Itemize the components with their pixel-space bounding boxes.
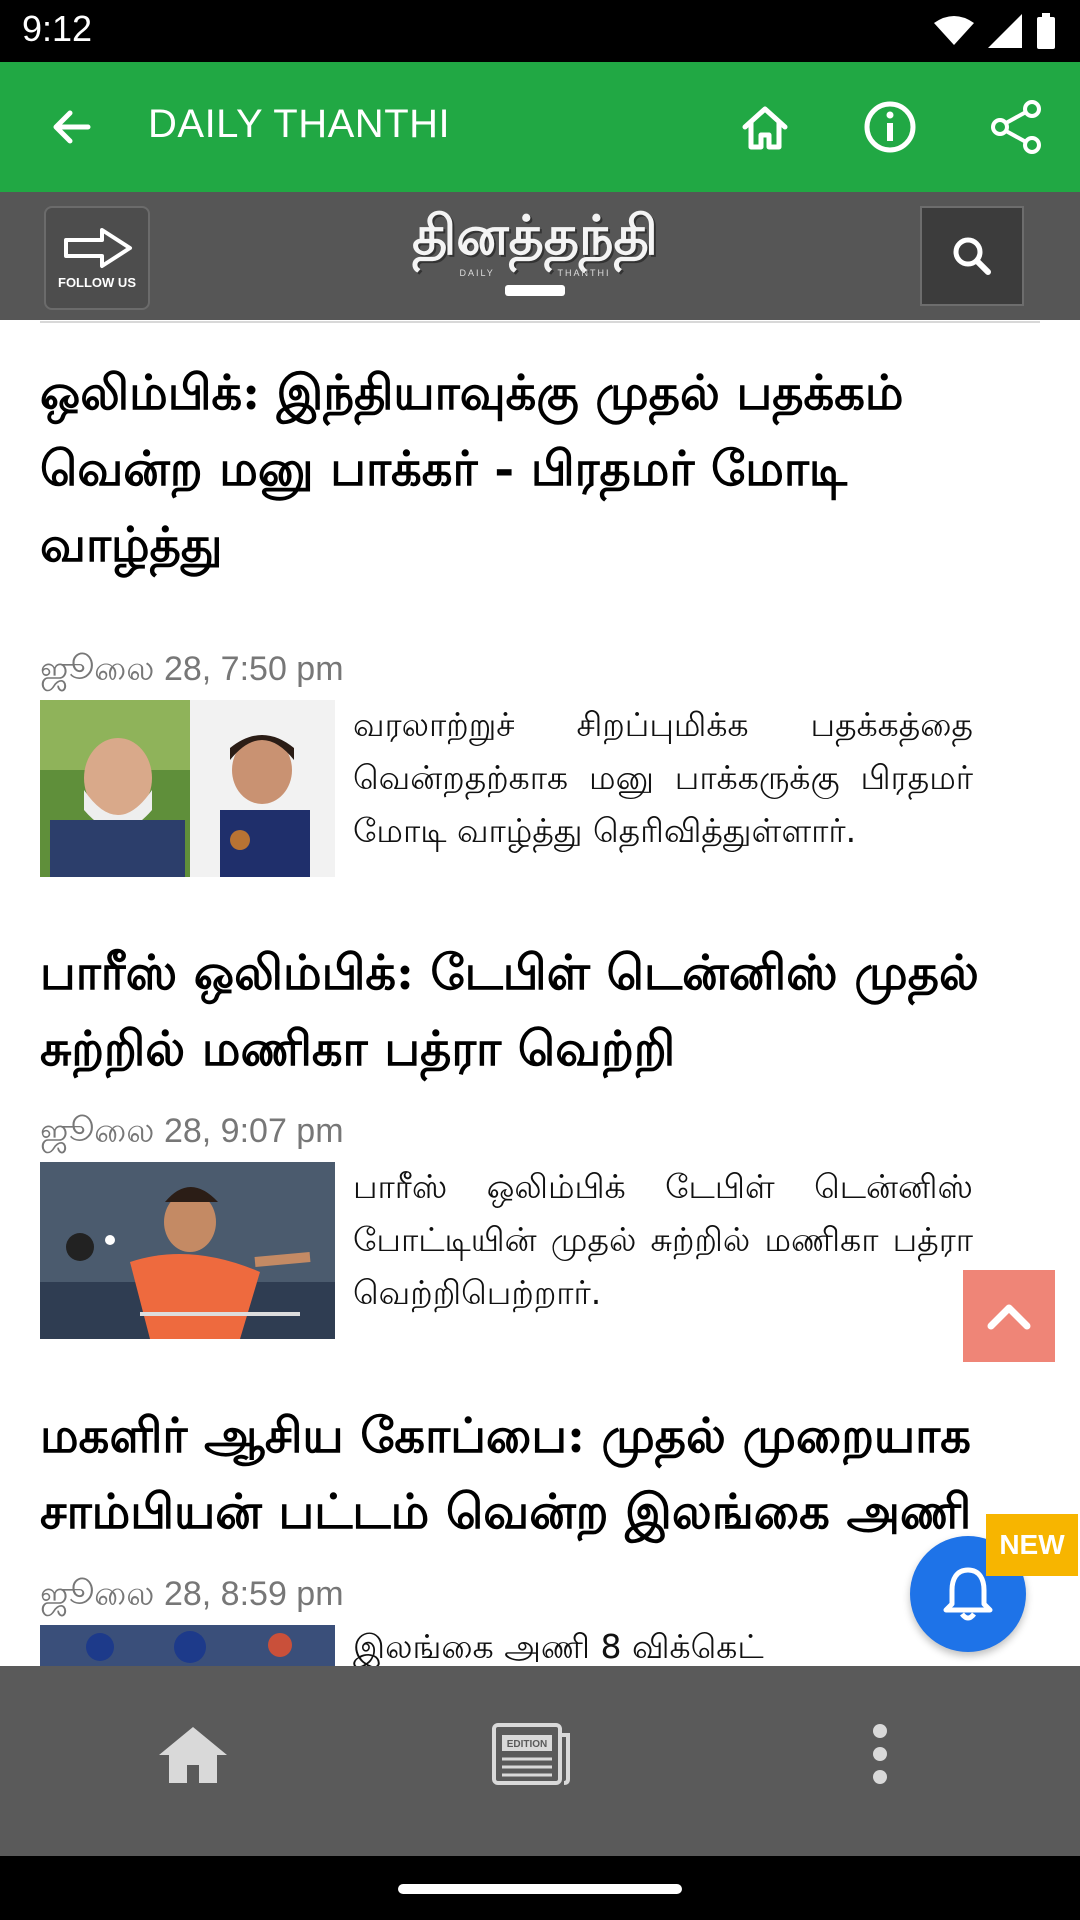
article-thumbnail[interactable] <box>40 700 335 877</box>
article-date: ஜூலை 28, 9:07 pm <box>40 1112 344 1150</box>
logo-text: தினத்தந்தி <box>412 203 658 267</box>
share-icon[interactable] <box>984 95 1048 159</box>
article-title[interactable]: பாரீஸ் ஒலிம்பிக்: டேபிள் டென்னிஸ் முதல் … <box>40 935 1040 1087</box>
nav-edition-button[interactable]: EDITION <box>482 1704 582 1804</box>
follow-us-button[interactable]: FOLLOW US <box>44 206 150 310</box>
back-arrow-icon[interactable] <box>40 95 104 159</box>
article-title[interactable]: மகளிர் ஆசிய கோப்பை: முதல் முறையாக சாம்பி… <box>40 1398 1040 1550</box>
search-icon <box>953 237 991 275</box>
gesture-handle[interactable] <box>398 1884 682 1894</box>
app-bar: DAILY THANTHI <box>0 62 1080 192</box>
article-date: ஜூலை 28, 7:50 pm <box>40 650 344 688</box>
follow-us-label: FOLLOW US <box>58 275 136 290</box>
status-icons <box>934 12 1056 50</box>
scroll-to-top-button[interactable] <box>963 1270 1055 1362</box>
wifi-icon <box>934 16 974 45</box>
battery-icon <box>1037 13 1055 49</box>
status-time: 9:12 <box>22 8 93 49</box>
bottom-nav: EDITION <box>0 1666 1080 1856</box>
logo-sub-left: DAILY <box>459 268 495 278</box>
logo-bar: FOLLOW US தினத்தந்தி DAILY THANTHI <box>0 192 1080 320</box>
app-title: DAILY THANTHI <box>148 102 451 146</box>
divider <box>40 321 1040 323</box>
new-badge: NEW <box>986 1514 1078 1576</box>
article-summary: பாரீஸ் ஒலிம்பிக் டேபிள் டென்னிஸ் போட்டிய… <box>353 1167 973 1312</box>
daily-thanthi-logo: தினத்தந்தி DAILY THANTHI <box>360 202 710 310</box>
home-icon[interactable] <box>733 95 797 159</box>
newspaper-icon: EDITION <box>492 1723 570 1785</box>
arrow-right-icon <box>64 228 132 268</box>
nav-more-button[interactable] <box>830 1704 930 1804</box>
nav-home-button[interactable] <box>143 1704 243 1804</box>
logo-tagline <box>505 285 565 296</box>
more-vertical-icon <box>873 1724 887 1784</box>
article-summary: வரலாற்றுச் சிறப்புமிக்க பதக்கத்தை வென்றத… <box>353 705 973 850</box>
status-bar: 9:12 <box>0 0 1080 62</box>
logo-subtitle: DAILY THANTHI <box>360 268 710 278</box>
article-date: ஜூலை 28, 8:59 pm <box>40 1575 344 1613</box>
chevron-up-icon <box>987 1304 1031 1330</box>
article-title[interactable]: ஒலிம்பிக்: இந்தியாவுக்கு முதல் பதக்கம் வ… <box>40 355 1040 583</box>
info-icon[interactable] <box>858 95 922 159</box>
search-button[interactable] <box>920 206 1024 306</box>
signal-icon <box>988 14 1022 48</box>
logo-sub-right: THANTHI <box>557 268 611 278</box>
article-thumbnail[interactable] <box>40 1625 335 1666</box>
edition-label: EDITION <box>507 1739 548 1750</box>
article-thumbnail[interactable] <box>40 1162 335 1339</box>
home-icon <box>159 1727 227 1783</box>
